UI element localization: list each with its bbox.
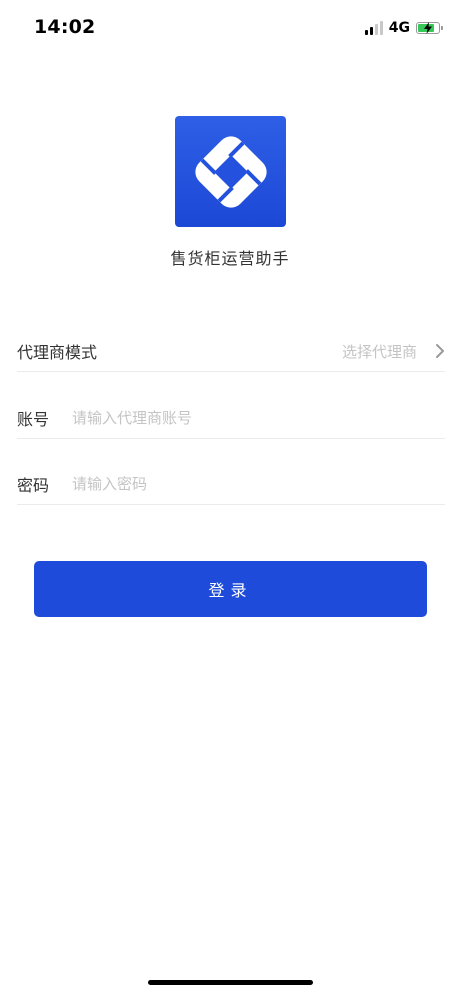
account-label: 账号 [17,410,50,429]
app-name: 售货柜运营助手 [170,249,290,268]
chevron-right-icon [435,343,445,359]
agent-mode-placeholder: 选择代理商 [341,342,417,361]
battery-icon [416,22,443,34]
status-bar: 14:02 4G [0,0,460,56]
signal-icon [364,21,383,35]
agent-mode-selector[interactable]: 代理商模式 选择代理商 [17,331,445,372]
login-button[interactable]: 登录 [34,561,427,617]
status-indicators: 4G [364,20,443,36]
password-input[interactable] [72,475,445,493]
agent-mode-label: 代理商模式 [17,343,98,362]
network-label: 4G [388,20,410,36]
app-logo-icon [175,116,286,227]
password-row: 密码 [17,464,445,505]
password-label: 密码 [17,476,50,495]
status-time: 14:02 [34,16,96,38]
home-indicator[interactable] [148,980,313,985]
account-input[interactable] [72,409,445,427]
account-row: 账号 [17,398,445,439]
